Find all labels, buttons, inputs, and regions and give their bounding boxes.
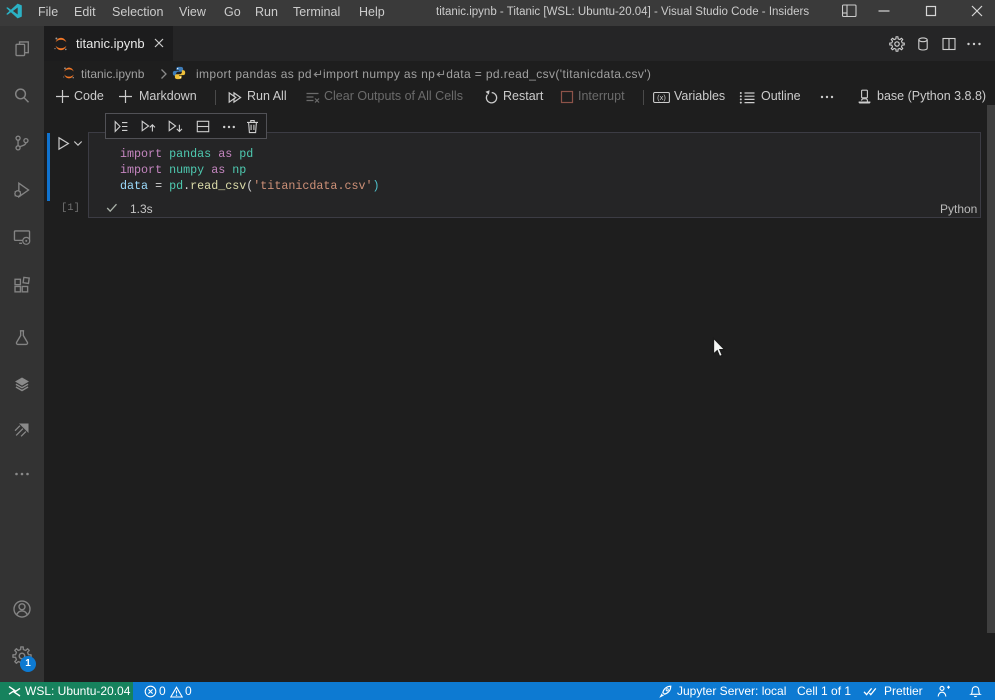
svg-text:(x): (x)	[657, 93, 666, 102]
